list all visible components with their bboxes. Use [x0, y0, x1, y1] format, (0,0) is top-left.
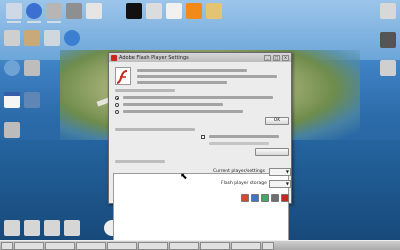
- header-text-line: [137, 69, 247, 72]
- connector-icon[interactable]: [146, 3, 162, 19]
- section-heading: [115, 128, 195, 131]
- section-heading: [115, 89, 175, 92]
- icon-label: [7, 21, 21, 23]
- gear-icon[interactable]: [44, 30, 60, 46]
- storage-select[interactable]: ▼: [269, 180, 291, 188]
- taskbar-item[interactable]: [200, 241, 230, 250]
- taskbar-item[interactable]: [107, 241, 137, 250]
- settings-icon[interactable]: [24, 60, 40, 76]
- ok-button[interactable]: OK: [265, 117, 289, 125]
- computer-icon[interactable]: [6, 3, 22, 19]
- option-radio-3[interactable]: [115, 110, 119, 114]
- folder-icon[interactable]: [206, 3, 222, 19]
- taskbar-item[interactable]: [169, 241, 199, 250]
- taskbar-item[interactable]: [138, 241, 168, 250]
- taskbar-item[interactable]: [45, 241, 75, 250]
- tray-area[interactable]: [262, 241, 274, 250]
- drive-icon[interactable]: [44, 220, 60, 236]
- option-radio-1[interactable]: [115, 96, 119, 100]
- maximize-button[interactable]: □: [273, 54, 280, 61]
- header-text-line: [137, 81, 227, 84]
- chevron-down-icon: ▼: [285, 169, 289, 174]
- drive-icon[interactable]: [64, 220, 80, 236]
- globe-icon[interactable]: [4, 60, 20, 76]
- camera-icon[interactable]: [261, 194, 269, 202]
- option-text: [123, 96, 273, 99]
- apply-button[interactable]: [255, 148, 289, 156]
- taskbar: [0, 240, 400, 250]
- storage-icon[interactable]: [251, 194, 259, 202]
- tv-icon[interactable]: [380, 32, 396, 48]
- current-player-select[interactable]: ▼: [269, 168, 291, 176]
- flash-settings-window: Adobe Flash Player Settings _ □ × OK Cur…: [108, 52, 292, 245]
- drive-icon[interactable]: [4, 220, 20, 236]
- pen-icon[interactable]: [86, 3, 102, 19]
- option-text: [123, 103, 223, 106]
- option-text: [209, 135, 279, 138]
- terminal-icon[interactable]: [126, 3, 142, 19]
- mouse-cursor-icon: ⬉: [180, 172, 188, 182]
- display-icon[interactable]: [281, 194, 289, 202]
- privacy-icon[interactable]: [241, 194, 249, 202]
- storage-icon[interactable]: [380, 60, 396, 76]
- calendar-icon[interactable]: [4, 92, 20, 108]
- taskbar-item[interactable]: [231, 241, 261, 250]
- info-icon[interactable]: [26, 3, 42, 19]
- drive-icon[interactable]: [24, 220, 40, 236]
- tools-icon[interactable]: [4, 30, 20, 46]
- close-button[interactable]: ×: [282, 54, 289, 61]
- document-icon[interactable]: [166, 3, 182, 19]
- option-radio-2[interactable]: [115, 103, 119, 107]
- minimize-button[interactable]: _: [264, 54, 271, 61]
- flash-logo-icon: [115, 67, 131, 85]
- image-icon[interactable]: [24, 92, 40, 108]
- header-text-line: [137, 75, 277, 78]
- icon-label: [27, 21, 41, 23]
- taskbar-item[interactable]: [14, 241, 44, 250]
- trash-icon[interactable]: [380, 3, 396, 19]
- rss-icon[interactable]: [186, 3, 202, 19]
- current-player-label: Current player/settings: [213, 169, 265, 174]
- drive-icon[interactable]: [46, 3, 62, 19]
- option-text: [209, 142, 269, 145]
- chevron-down-icon: ▼: [285, 181, 289, 186]
- storage-label: Flash player storage: [221, 181, 267, 186]
- paint-icon[interactable]: [24, 30, 40, 46]
- option-checkbox-1[interactable]: [201, 135, 205, 139]
- window-title: Adobe Flash Player Settings: [119, 54, 189, 61]
- option-text: [123, 110, 243, 113]
- window-toolbar: [241, 194, 289, 202]
- flash-icon: [111, 54, 117, 61]
- section-heading: [115, 160, 165, 163]
- start-button[interactable]: [1, 241, 13, 250]
- icon-label: [47, 21, 61, 23]
- water-drop-icon[interactable]: [64, 30, 80, 46]
- microphone-icon[interactable]: [271, 194, 279, 202]
- window-titlebar[interactable]: Adobe Flash Player Settings _ □ ×: [109, 53, 291, 62]
- printer-icon[interactable]: [66, 3, 82, 19]
- disk-icon[interactable]: [4, 122, 20, 138]
- taskbar-item[interactable]: [76, 241, 106, 250]
